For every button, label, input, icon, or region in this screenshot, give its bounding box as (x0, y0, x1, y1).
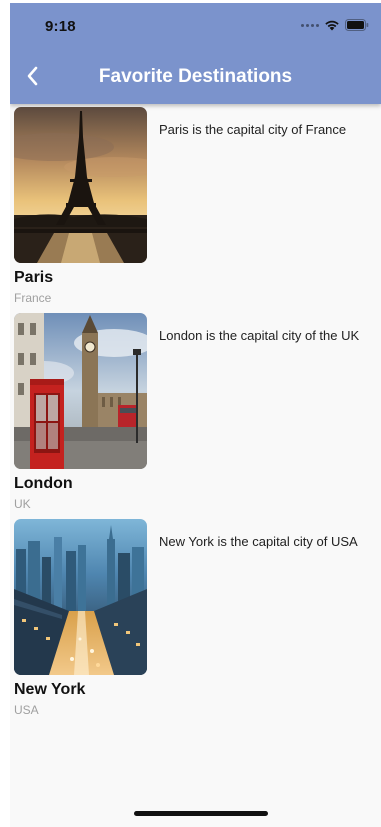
eiffel-tower-photo (14, 107, 147, 263)
destination-city: New York (14, 681, 86, 698)
app-screen: 9:18 Favorite Destinations Paris is the … (10, 3, 381, 827)
wifi-icon (325, 20, 339, 31)
destination-country: UK (14, 497, 31, 511)
signal-dots-icon (301, 23, 319, 27)
destination-description: London is the capital city of the UK (159, 328, 360, 343)
destination-description: Paris is the capital city of France (159, 122, 347, 137)
big-ben-phone-booth-photo (14, 313, 147, 469)
destination-country: France (14, 291, 52, 305)
destination-description: New York is the capital city of USA (159, 534, 358, 549)
app-bar: 9:18 Favorite Destinations (10, 3, 381, 104)
status-time: 9:18 (45, 18, 76, 35)
destination-city: London (14, 475, 73, 492)
battery-icon (345, 19, 369, 31)
destination-item-paris[interactable]: Paris is the capital city of France Pari… (10, 107, 381, 313)
destination-item-new-york[interactable]: New York is the capital city of USA New … (10, 519, 381, 725)
destination-image[interactable] (14, 313, 147, 469)
destination-city: Paris (14, 269, 54, 286)
destination-item-london[interactable]: London is the capital city of the UK Lon… (10, 313, 381, 519)
status-icons (301, 19, 369, 31)
page-title: Favorite Destinations (98, 66, 293, 87)
manhattan-skyline-photo (14, 519, 147, 675)
home-indicator[interactable] (134, 811, 268, 816)
destination-image[interactable] (14, 519, 147, 675)
destination-country: USA (14, 703, 39, 717)
destination-image[interactable] (14, 107, 147, 263)
